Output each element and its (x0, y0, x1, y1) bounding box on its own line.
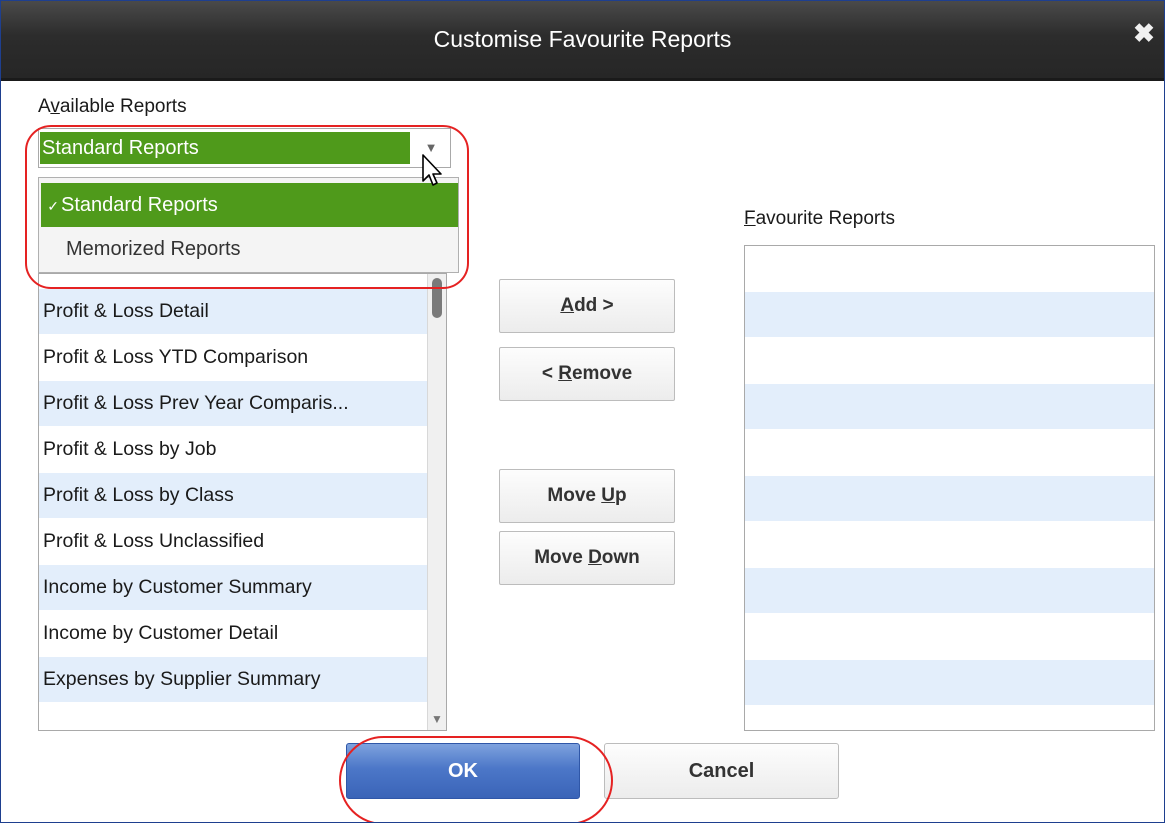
scroll-down-arrow-icon[interactable]: ▼ (428, 712, 446, 726)
available-reports-label: Available Reports (38, 96, 187, 117)
list-row (745, 246, 1154, 291)
scrollbar-thumb[interactable] (432, 278, 442, 318)
list-item[interactable]: Profit & Loss by Job (39, 427, 427, 472)
list-scrollbar[interactable]: ▼ (427, 274, 446, 730)
remove-button[interactable]: < Remove (499, 347, 675, 401)
list-row (745, 614, 1154, 659)
report-type-combo[interactable]: Standard Reports ▼ (38, 128, 451, 168)
mouse-cursor-icon (422, 154, 442, 186)
list-item[interactable]: Income by Customer Summary (39, 565, 427, 610)
ok-button-label: OK (448, 760, 478, 782)
list-row (745, 476, 1154, 521)
list-item[interactable]: Income by Customer Detail (39, 611, 427, 656)
move-down-button-label: Move Down (534, 547, 640, 568)
dropdown-option-label: Standard Reports (61, 194, 218, 216)
move-down-button[interactable]: Move Down (499, 531, 675, 585)
list-row (745, 384, 1154, 429)
dropdown-option-memorized[interactable]: Memorized Reports (41, 227, 458, 271)
dropdown-option-label: Memorized Reports (66, 238, 241, 260)
list-item[interactable]: Profit & Loss Prev Year Comparis... (39, 381, 427, 426)
move-up-button[interactable]: Move Up (499, 469, 675, 523)
title-bar: Customise Favourite Reports ✖ (1, 1, 1164, 81)
dropdown-option-standard[interactable]: ✓ Standard Reports (41, 183, 458, 227)
list-item[interactable]: Expenses by Supplier Summary (39, 657, 427, 702)
dialog-window: Customise Favourite Reports ✖ Available … (0, 0, 1165, 823)
cancel-button[interactable]: Cancel (604, 743, 839, 799)
list-row (745, 568, 1154, 613)
add-button-label: Add > (560, 295, 614, 316)
list-item[interactable]: Profit & Loss Unclassified (39, 519, 427, 564)
remove-button-label: < Remove (541, 363, 633, 384)
cancel-button-label: Cancel (688, 760, 755, 782)
list-item[interactable]: Profit & Loss Detail (39, 289, 427, 334)
report-type-dropdown: ✓ Standard Reports Memorized Reports (38, 177, 459, 273)
list-item[interactable]: Profit & Loss by Class (39, 473, 427, 518)
list-row (745, 660, 1154, 705)
list-item[interactable]: Profit & Loss YTD Comparison (39, 335, 427, 380)
list-row (745, 522, 1154, 567)
move-up-button-label: Move Up (547, 485, 627, 506)
list-row (745, 430, 1154, 475)
dialog-title: Customise Favourite Reports (433, 26, 732, 52)
ok-button[interactable]: OK (346, 743, 580, 799)
list-row (745, 338, 1154, 383)
close-icon[interactable]: ✖ (1132, 20, 1156, 46)
favourite-reports-label: Favourite Reports (744, 208, 896, 229)
list-row (745, 292, 1154, 337)
add-button[interactable]: Add > (499, 279, 675, 333)
combo-selected-value: Standard Reports (40, 132, 410, 164)
available-reports-list[interactable]: Profit & Loss Detail Profit & Loss YTD Co… (38, 273, 447, 731)
checkmark-icon: ✓ (47, 198, 59, 214)
favourite-reports-list[interactable] (744, 245, 1155, 731)
